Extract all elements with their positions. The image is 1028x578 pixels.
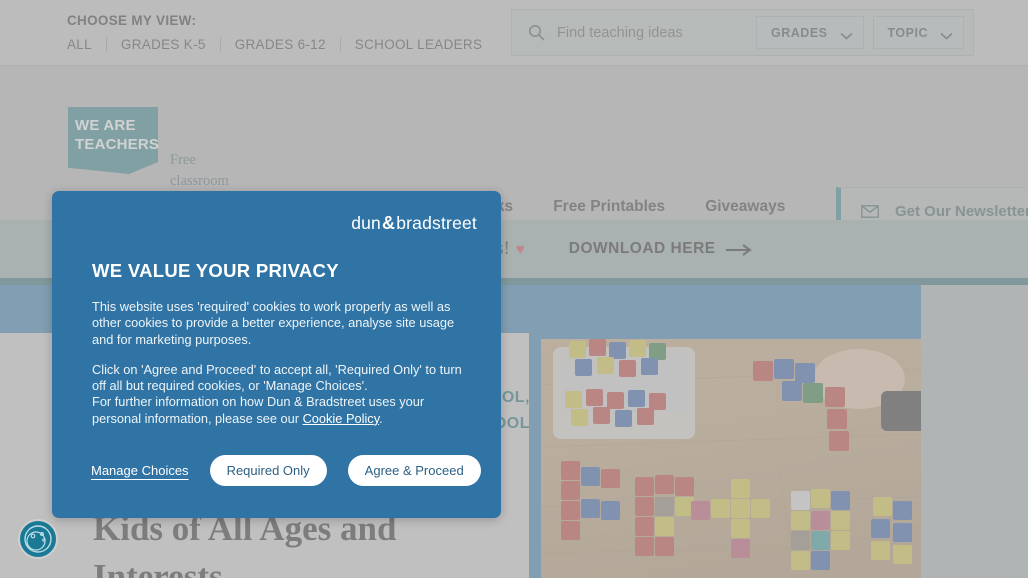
privacy-paragraph-1: This website uses 'required' cookies to … — [92, 299, 455, 347]
brand-name-right: bradstreet — [396, 213, 477, 233]
chevron-down-icon — [839, 29, 853, 40]
privacy-paragraph-2-text: Click on 'Agree and Proceed' to accept a… — [92, 361, 462, 394]
cookie-icon — [24, 525, 52, 553]
download-here-label: DOWNLOAD HERE — [568, 240, 716, 257]
topic-filter-dropdown[interactable]: TOPIC — [872, 16, 964, 49]
child-with-snap-cubes-photo — [541, 339, 921, 578]
search-input[interactable] — [557, 24, 757, 41]
choose-view-label: CHOOSE MY VIEW: — [67, 13, 197, 28]
manage-choices-button[interactable]: Manage Choices — [91, 463, 189, 478]
search-icon — [528, 24, 545, 41]
privacy-paragraph-period: . — [379, 410, 383, 426]
logo-line-1: WE ARE — [75, 116, 136, 134]
topic-filter-label: TOPIC — [887, 25, 928, 40]
privacy-paragraph-2: Click on 'Agree and Proceed' to accept a… — [92, 362, 462, 427]
arrow-right-icon — [725, 243, 752, 256]
cookie-policy-link[interactable]: Cookie Policy — [303, 411, 380, 426]
site-logo[interactable]: WE ARE TEACHERS — [68, 107, 160, 174]
ampersand-glyph: & — [382, 213, 396, 233]
utility-bar: CHOOSE MY VIEW: ALL GRADES K-5 GRADES 6-… — [0, 0, 1028, 66]
view-link-all[interactable]: ALL — [67, 37, 106, 52]
newsletter-label: Get Our Newsletter — [895, 202, 1028, 220]
envelope-icon — [861, 204, 879, 218]
privacy-modal-title: WE VALUE YOUR PRIVACY — [92, 260, 339, 281]
view-links: ALL GRADES K-5 GRADES 6-12 SCHOOL LEADER… — [67, 37, 496, 52]
chevron-down-icon — [940, 29, 953, 40]
logo-line-2: TEACHERS — [75, 135, 160, 153]
logo-tail-shape — [68, 162, 158, 174]
brand-name-left: dun — [351, 213, 381, 233]
view-link-grades-612[interactable]: GRADES 6-12 — [221, 37, 340, 52]
grades-filter-dropdown[interactable]: GRADES — [756, 16, 864, 49]
cookie-settings-widget[interactable] — [18, 519, 58, 559]
nav-item-giveaways[interactable]: Giveaways — [705, 198, 825, 216]
search-bar: GRADES TOPIC — [511, 9, 974, 56]
agree-and-proceed-button[interactable]: Agree & Proceed — [347, 455, 481, 486]
required-only-button[interactable]: Required Only — [209, 455, 327, 486]
privacy-modal-body: This website uses 'required' cookies to … — [92, 299, 462, 427]
nav-item-free-printables[interactable]: Free Printables — [553, 198, 705, 216]
view-link-school-leaders[interactable]: SCHOOL LEADERS — [341, 37, 497, 52]
dun-bradstreet-logo: dun & bradstreet — [351, 213, 477, 234]
privacy-modal-actions: Manage Choices Required Only Agree & Pro… — [91, 455, 481, 486]
grades-filter-label: GRADES — [771, 25, 828, 40]
view-link-grades-k5[interactable]: GRADES K-5 — [107, 37, 220, 52]
hero-photo — [541, 339, 921, 578]
page-root: CHOOSE MY VIEW: ALL GRADES K-5 GRADES 6-… — [0, 0, 1028, 578]
heart-icon: ♥ — [515, 240, 525, 258]
download-here-button[interactable]: DOWNLOAD HERE — [569, 240, 752, 258]
